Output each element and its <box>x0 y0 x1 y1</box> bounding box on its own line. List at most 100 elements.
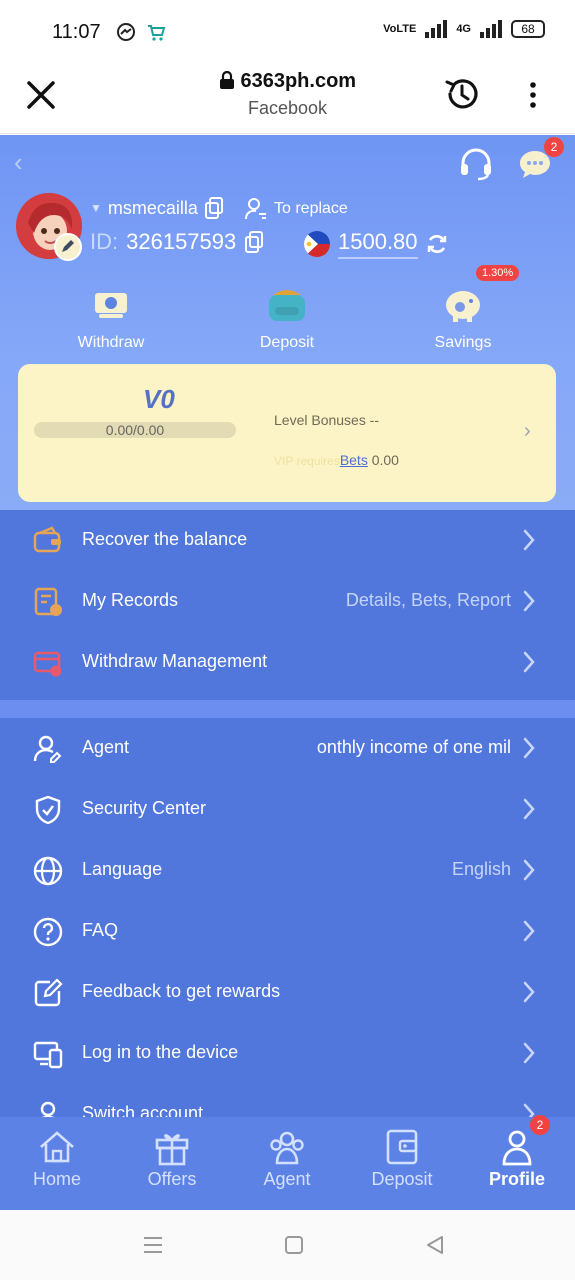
profile-header: ‹ 2 ▼ msmecailla To replace ID: 32615759… <box>0 135 575 510</box>
agent-promo-text: onthly income of one mil <box>316 737 511 757</box>
tab-profile-label: Profile <box>488 1169 545 1189</box>
globe-icon <box>33 856 63 886</box>
vip-progress-text: 0.00/0.00 <box>105 422 165 438</box>
chat-badge: 2 <box>544 137 564 157</box>
back-nav-icon[interactable] <box>424 1234 446 1256</box>
url-text[interactable]: 6363ph.com <box>0 70 575 93</box>
system-nav-bar <box>0 1210 575 1280</box>
bottom-tab-bar: Home Offers Agent Deposit Profile 2 <box>0 1115 575 1210</box>
menu-agent[interactable]: Agent onthly income of one mil <box>0 718 575 779</box>
menu-recover-balance[interactable]: Recover the balance <box>0 510 575 571</box>
withdraw-label: Withdraw <box>77 334 145 351</box>
menu-language[interactable]: Language English <box>0 840 575 901</box>
page-source: Facebook <box>247 98 328 118</box>
copy-icon[interactable] <box>204 197 224 219</box>
chevron-right-icon <box>523 737 535 759</box>
withdraw-icon <box>95 293 127 318</box>
lock-icon <box>219 70 234 89</box>
records-icon <box>34 587 62 616</box>
username-row: ▼ msmecailla <box>90 197 224 219</box>
status-time: 11:07 <box>52 21 101 43</box>
savings-rate-badge: 1.30% <box>476 265 520 281</box>
copy-id-icon[interactable] <box>244 231 264 253</box>
menu-group-2: Agent onthly income of one mil Security … <box>0 718 575 1130</box>
wallet-icon <box>269 290 305 321</box>
edit-icon <box>34 978 63 1007</box>
tab-deposit[interactable]: Deposit <box>345 1117 459 1210</box>
deposit-label: Deposit <box>259 334 315 351</box>
chevron-right-icon: › <box>524 420 531 442</box>
chevron-right-icon <box>523 1042 535 1064</box>
menu-feedback[interactable]: Feedback to get rewards <box>0 962 575 1023</box>
balance-amount: 1500.80 <box>338 229 418 259</box>
user-switch-icon <box>245 198 266 220</box>
balance-row: 1500.80 <box>304 229 448 259</box>
menu-login-device[interactable]: Log in to the device <box>0 1023 575 1084</box>
messenger-icon <box>117 23 135 41</box>
wallet-recover-icon <box>33 526 61 553</box>
caret-down-icon[interactable]: ▼ <box>90 201 102 215</box>
menu-withdraw-management[interactable]: Withdraw Management <box>0 632 575 693</box>
app-screen: ‹ 2 ▼ msmecailla To replace ID: 32615759… <box>0 135 575 1210</box>
people-icon <box>270 1131 304 1165</box>
tab-profile[interactable]: Profile <box>460 1117 574 1210</box>
vip-level: V0 <box>143 384 175 414</box>
records-shortcuts: Details, Bets, Report <box>345 590 511 610</box>
id-label: ID: <box>90 229 119 254</box>
section-divider <box>0 700 575 718</box>
philippines-flag-icon <box>304 231 330 257</box>
volte-icon: VoLTE <box>383 23 417 35</box>
browser-bar: 6363ph.com Facebook <box>0 60 575 134</box>
bets-link[interactable]: Bets <box>340 452 368 468</box>
edit-avatar-button[interactable] <box>54 233 82 261</box>
headset-icon[interactable] <box>458 147 494 181</box>
refresh-icon[interactable] <box>426 233 448 255</box>
history-icon[interactable] <box>442 74 482 114</box>
username: msmecailla <box>107 197 198 218</box>
profile-badge: 2 <box>530 1115 550 1135</box>
wallet-tab-icon <box>386 1129 418 1165</box>
signal-icon-2 <box>480 20 502 38</box>
home-icon <box>40 1131 74 1163</box>
current-language: English <box>451 859 511 879</box>
signal-icon <box>425 20 448 38</box>
withdraw-button[interactable]: Withdraw <box>46 283 176 352</box>
menu-group-1: Recover the balance My Records Details, … <box>0 510 575 700</box>
chevron-right-icon <box>523 651 535 673</box>
cart-icon <box>148 25 166 41</box>
tab-agent-label: Agent <box>263 1169 311 1189</box>
menu-faq[interactable]: FAQ <box>0 901 575 962</box>
gift-icon <box>155 1134 189 1166</box>
menu-security-center[interactable]: Security Center <box>0 779 575 840</box>
user-id: 326157593 <box>126 229 237 254</box>
recents-icon[interactable] <box>142 1234 164 1256</box>
home-nav-icon[interactable] <box>284 1234 304 1256</box>
deposit-button[interactable]: Deposit <box>222 283 352 352</box>
savings-label: Savings <box>434 334 492 351</box>
menu-my-records[interactable]: My Records Details, Bets, Report <box>0 571 575 632</box>
chevron-right-icon <box>523 859 535 881</box>
shield-icon <box>35 795 61 825</box>
more-menu-icon[interactable] <box>522 80 544 110</box>
tab-home[interactable]: Home <box>0 1117 114 1210</box>
chevron-right-icon <box>523 981 535 1003</box>
vip-card[interactable]: V0 0.00/0.00 Level Bonuses -- VIP requir… <box>18 364 556 502</box>
chevron-right-icon <box>523 590 535 612</box>
question-icon <box>33 917 63 947</box>
status-bar: 11:07 VoLTE 4G 68 <box>0 0 575 60</box>
tab-deposit-label: Deposit <box>371 1169 433 1189</box>
savings-button[interactable]: Savings <box>398 283 528 352</box>
piggy-bank-icon <box>446 291 480 322</box>
replace-account-button[interactable]: To replace <box>244 197 348 221</box>
tab-offers[interactable]: Offers <box>115 1117 229 1210</box>
tab-offers-label: Offers <box>147 1169 197 1189</box>
chevron-right-icon <box>523 920 535 942</box>
tab-agent[interactable]: Agent <box>230 1117 344 1210</box>
back-icon[interactable]: ‹ <box>14 147 23 178</box>
chevron-right-icon <box>523 529 535 551</box>
battery-icon: 68 <box>511 20 545 38</box>
pencil-icon <box>62 240 74 252</box>
profile-icon <box>502 1130 532 1166</box>
tab-home-label: Home <box>32 1169 81 1189</box>
card-manage-icon <box>33 651 62 677</box>
